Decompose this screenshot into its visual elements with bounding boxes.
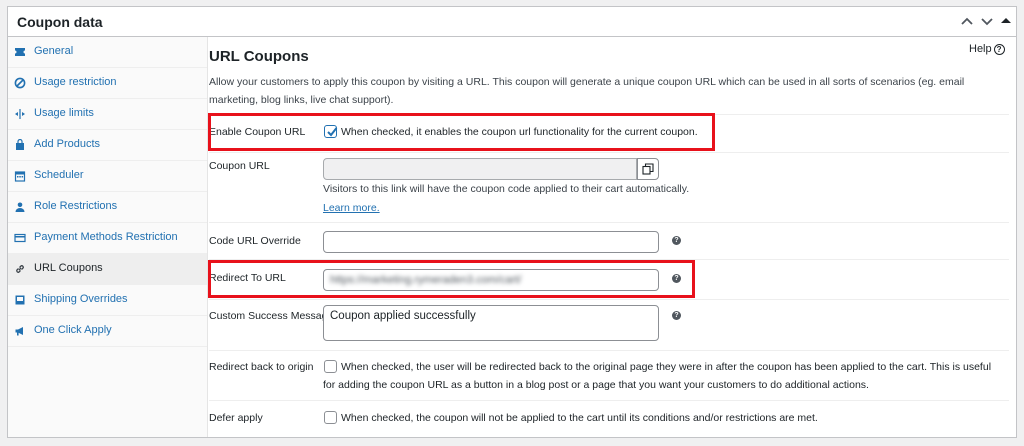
calendar-icon xyxy=(14,170,26,182)
custom-success-message-textarea[interactable]: Coupon applied successfully xyxy=(323,305,659,341)
copy-url-button[interactable] xyxy=(637,158,659,180)
redirect-to-url-label: Redirect To URL xyxy=(209,272,286,284)
sidebar-item-shipping-overrides[interactable]: Shipping Overrides xyxy=(8,285,207,316)
divider xyxy=(209,222,1009,223)
divider xyxy=(209,350,1009,351)
sidebar-item-one-click-apply[interactable]: One Click Apply xyxy=(8,316,207,347)
help-tip-icon[interactable]: ? xyxy=(672,236,681,245)
help-label: Help xyxy=(969,43,992,55)
sidebar-item-payment-methods-restriction[interactable]: Payment Methods Restriction xyxy=(8,223,207,254)
coupon-url-hint: Visitors to this link will have the coup… xyxy=(323,183,690,195)
sidebar-item-label: Role Restrictions xyxy=(34,200,118,212)
move-up-icon[interactable] xyxy=(959,13,975,29)
redirect-back-to-origin-text-line1: When checked, the user will be redirecte… xyxy=(341,361,992,373)
section-title: URL Coupons xyxy=(209,48,309,65)
enable-coupon-url-checkbox[interactable] xyxy=(324,125,338,138)
sidebar-item-general[interactable]: General xyxy=(8,37,207,68)
divider xyxy=(209,400,1009,401)
cart-icon xyxy=(14,139,26,151)
help-tip-icon[interactable]: ? xyxy=(672,274,681,283)
panel-title: Coupon data xyxy=(17,14,103,30)
help-icon: ? xyxy=(993,43,1005,55)
user-icon xyxy=(14,201,26,213)
sidebar-item-label: Usage limits xyxy=(34,107,94,119)
help-tip-icon[interactable]: ? xyxy=(672,311,681,320)
card-icon xyxy=(14,232,26,244)
redirect-back-to-origin-label: Redirect back to origin xyxy=(209,361,314,373)
sidebar-item-add-products[interactable]: Add Products xyxy=(8,130,207,161)
limits-icon xyxy=(14,108,26,120)
divider xyxy=(209,299,1009,300)
panel-header: Coupon data xyxy=(8,7,1016,37)
copy-icon xyxy=(642,163,654,175)
defer-apply-checkbox[interactable] xyxy=(324,411,337,424)
link-icon xyxy=(14,263,26,275)
move-down-icon[interactable] xyxy=(979,13,995,29)
sidebar-item-label: URL Coupons xyxy=(34,262,103,274)
enable-coupon-url-label: Enable Coupon URL xyxy=(209,126,306,138)
defer-apply-text: When checked, the coupon will not be app… xyxy=(341,412,818,424)
sidebar-item-label: Add Products xyxy=(34,138,101,150)
divider xyxy=(209,152,1009,153)
sidebar-item-label: Payment Methods Restriction xyxy=(34,231,178,243)
redirect-back-to-origin-checkbox[interactable] xyxy=(324,360,337,373)
collapse-toggle-icon[interactable] xyxy=(998,13,1014,29)
divider xyxy=(209,259,1009,260)
enable-coupon-url-text: When checked, it enables the coupon url … xyxy=(341,126,698,138)
redirect-to-url-input[interactable]: https://marketing.rymeraden3.com/cart/ xyxy=(323,269,659,291)
sidebar-item-role-restrictions[interactable]: Role Restrictions xyxy=(8,192,207,223)
sidebar-item-label: One Click Apply xyxy=(34,324,112,336)
coupon-url-label: Coupon URL xyxy=(209,160,270,172)
sidebar-item-usage-limits[interactable]: Usage limits xyxy=(8,99,207,130)
ticket-icon xyxy=(14,46,26,58)
coupon-url-field[interactable] xyxy=(323,158,637,180)
sidebar-item-url-coupons[interactable]: URL Coupons xyxy=(8,254,207,285)
sidebar-item-usage-restriction[interactable]: Usage restriction xyxy=(8,68,207,99)
custom-success-message-label: Custom Success Message xyxy=(209,310,334,322)
help-button[interactable]: Help? xyxy=(969,43,1005,55)
section-description: Allow your customers to apply this coupo… xyxy=(209,76,965,106)
sidebar-item-label: Usage restriction xyxy=(34,76,117,88)
code-url-override-label: Code URL Override xyxy=(209,235,301,247)
divider xyxy=(209,114,1009,115)
sidebar-item-scheduler[interactable]: Scheduler xyxy=(8,161,207,192)
megaphone-icon xyxy=(14,325,26,337)
sidebar-item-label: General xyxy=(34,45,74,57)
shipping-icon xyxy=(14,294,26,306)
sidebar-item-label: Shipping Overrides xyxy=(34,293,128,305)
block-icon xyxy=(14,77,26,89)
sidebar-item-label: Scheduler xyxy=(34,169,84,181)
learn-more-link[interactable]: Learn more. xyxy=(323,202,380,214)
redirect-url-value: https://marketing.rymeraden3.com/cart/ xyxy=(330,274,522,286)
defer-apply-label: Defer apply xyxy=(209,412,263,424)
redirect-back-to-origin-text-line2: for adding the coupon URL as a button in… xyxy=(323,379,869,391)
code-url-override-input[interactable] xyxy=(323,231,659,253)
checkmark-icon xyxy=(327,127,338,137)
coupon-tabs-sidebar: General Usage restriction Usage limits A… xyxy=(8,37,208,437)
